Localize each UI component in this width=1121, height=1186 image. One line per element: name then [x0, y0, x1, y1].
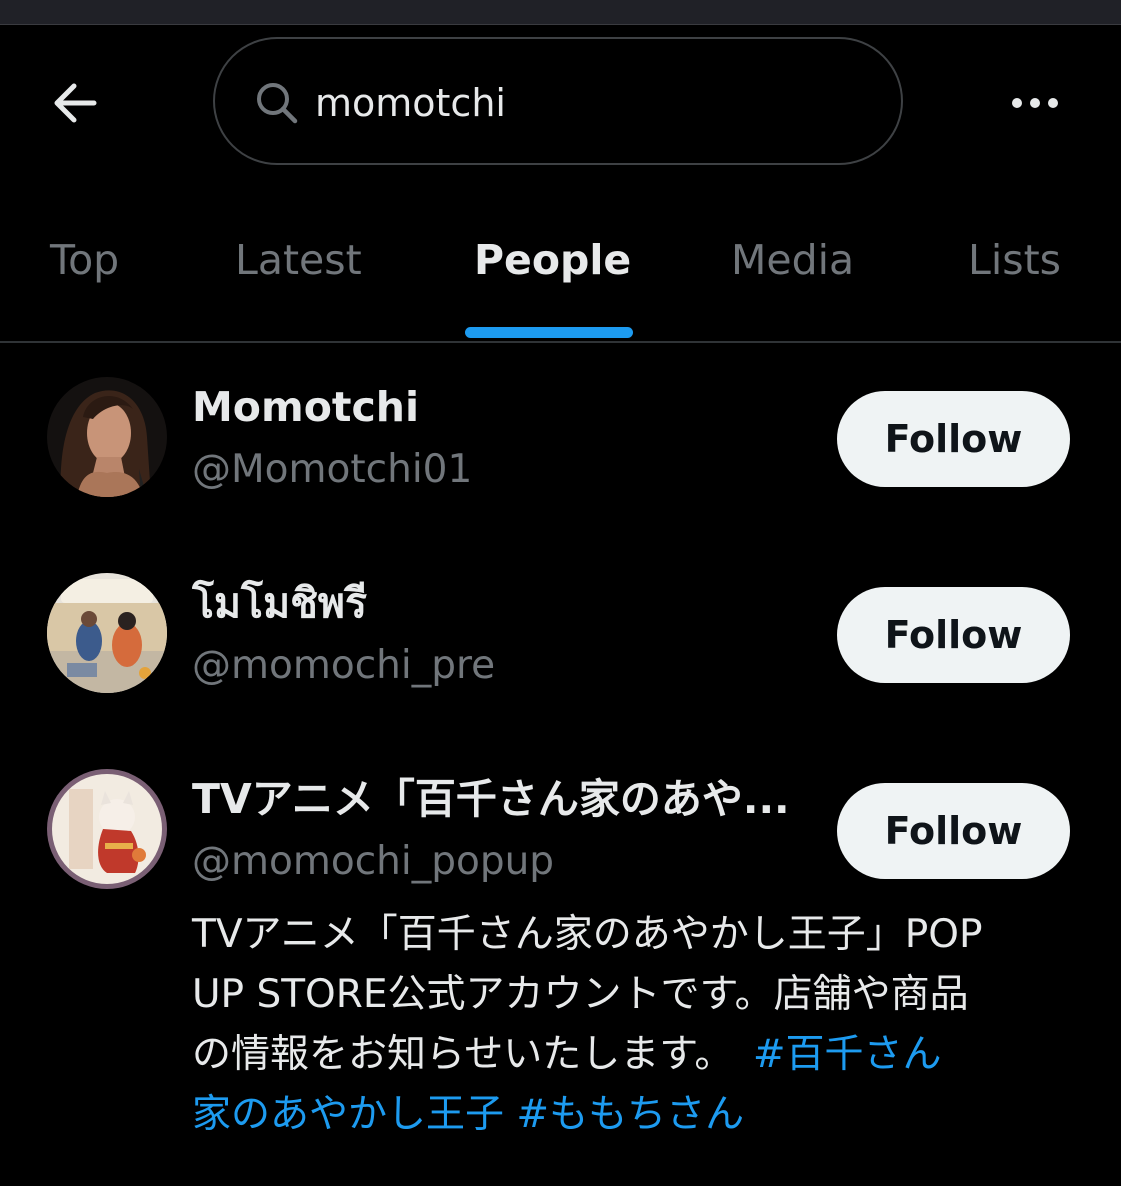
bio-line: UP STORE公式アカウントです。店舗や商品 — [192, 972, 969, 1017]
tab-people[interactable]: People — [474, 236, 631, 296]
search-box[interactable] — [213, 37, 903, 165]
search-icon — [257, 83, 298, 124]
person-bio: TVアニメ「百千さん家のあやかし王子」POP UP STORE公式アカウントです… — [192, 905, 1072, 1145]
search-tabs: Top Latest People Media Lists — [0, 200, 1121, 343]
avatar[interactable] — [47, 573, 167, 693]
hashtag-link[interactable]: #ももちさん — [516, 1092, 744, 1137]
person-handle: @momochi_popup — [192, 839, 555, 884]
person-handle: @Momotchi01 — [192, 447, 473, 492]
status-strip — [0, 0, 1121, 25]
avatar[interactable] — [47, 769, 167, 889]
person-name: TVアニメ「百千さん家のあや... — [192, 775, 790, 823]
follow-button[interactable]: Follow — [837, 391, 1070, 487]
person-handle: @momochi_pre — [192, 643, 496, 688]
bio-line: TVアニメ「百千さん家のあやかし王子」POP — [192, 912, 983, 957]
hashtag-link-continued[interactable]: 家のあやかし王子 — [192, 1092, 504, 1137]
more-button[interactable] — [1000, 80, 1070, 126]
person-name: Momotchi — [192, 383, 420, 431]
hashtag-link[interactable]: #百千さん — [753, 1032, 942, 1077]
tab-top[interactable]: Top — [50, 236, 119, 296]
search-input[interactable] — [315, 75, 875, 131]
avatar[interactable] — [47, 377, 167, 497]
person-name: โมโมชิพรี — [192, 579, 367, 627]
tab-lists[interactable]: Lists — [968, 236, 1061, 296]
follow-button[interactable]: Follow — [837, 587, 1070, 683]
active-tab-indicator — [465, 327, 633, 338]
bio-line: の情報をお知らせいたします。 #百千さん — [192, 1025, 1072, 1085]
follow-button[interactable]: Follow — [837, 783, 1070, 879]
bio-line: 家のあやかし王子 #ももちさん — [192, 1085, 1072, 1145]
arrow-left-icon — [54, 83, 97, 123]
more-dots-icon — [1012, 98, 1058, 108]
bio-text: の情報をお知らせいたします。 — [192, 1032, 753, 1077]
back-button[interactable] — [44, 72, 106, 134]
tab-media[interactable]: Media — [731, 236, 854, 296]
tab-latest[interactable]: Latest — [235, 236, 362, 296]
